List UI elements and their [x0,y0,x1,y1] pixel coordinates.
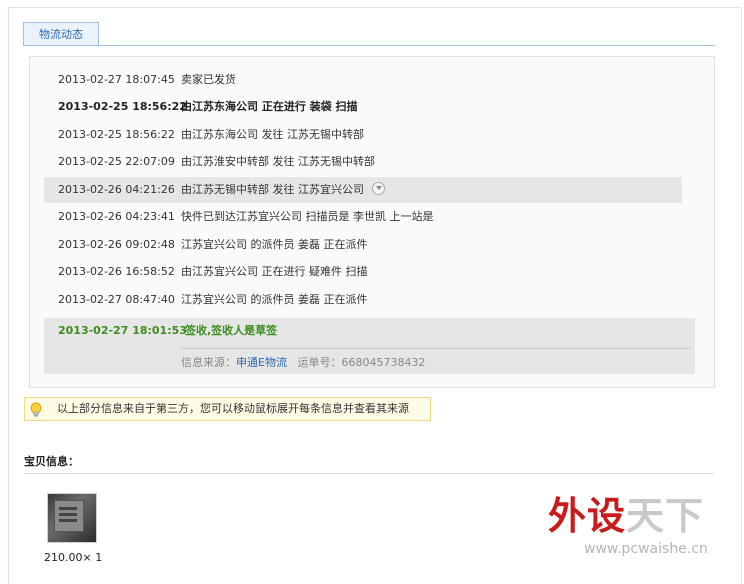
watermark: 外设天下 www.pcwaishe.cn [548,494,738,564]
event-message: 卖家已发货 [181,73,236,86]
event-message: 快件已到达江苏宜兴公司 扫描员是 李世凯 上一站是 [181,210,434,223]
final-message: 签收,签收人是草签 [185,324,278,337]
event-time: 2013-02-27 18:07:45 [58,73,175,86]
product-info-title: 宝贝信息： [24,455,79,468]
logistics-panel: 2013-02-27 18:07:45 卖家已发货 2013-02-25 18:… [29,56,715,388]
event-row[interactable]: 2013-02-26 09:02:48 江苏宜兴公司 的派件员 姜磊 正在派件 [44,232,682,258]
event-time: 2013-02-27 08:47:40 [58,293,175,306]
product-image [54,500,84,532]
source-label: 信息来源： [181,356,236,369]
event-time: 2013-02-25 18:56:22 [58,100,187,113]
lightbulb-icon [30,402,42,417]
event-row[interactable]: 2013-02-27 18:07:45 卖家已发货 [44,67,682,93]
tab-underline [23,45,715,46]
final-time: 2013-02-27 18:01:53 [58,324,187,337]
event-time: 2013-02-26 04:23:41 [58,210,175,223]
event-message: 由江苏东海公司 正在进行 装袋 扫描 [181,100,358,113]
watermark-url: www.pcwaishe.cn [584,541,708,557]
product-price: 210.00× [44,551,92,564]
tab-logistics[interactable]: 物流动态 [23,22,99,46]
event-message: 由江苏淮安中转部 发往 江苏无锡中转部 [181,155,375,168]
source-link[interactable]: 申通E物流 [236,356,287,369]
divider [181,348,691,349]
chevron-down-icon[interactable] [372,182,385,195]
watermark-logo: 外设天下 [548,494,704,538]
event-time: 2013-02-25 18:56:22 [58,128,175,141]
notice-text: 以上部分信息来自于第三方，您可以移动鼠标展开每条信息并查看其来源 [57,402,409,415]
source-info: 信息来源：申通E物流 运单号：668045738432 [181,355,425,371]
event-row[interactable]: 2013-02-26 16:58:52 由江苏宜兴公司 正在进行 疑难件 扫描 [44,259,682,285]
event-message: 江苏宜兴公司 的派件员 姜磊 正在派件 [181,293,368,306]
event-row[interactable]: 2013-02-25 22:07:09 由江苏淮安中转部 发往 江苏无锡中转部 [44,149,682,175]
product-thumbnail[interactable] [47,493,97,543]
third-party-notice: 以上部分信息来自于第三方，您可以移动鼠标展开每条信息并查看其来源 [24,397,431,421]
event-time: 2013-02-26 04:21:26 [58,183,175,196]
event-message: 由江苏无锡中转部 发往 江苏宜兴公司 [181,183,364,196]
event-message: 由江苏东海公司 发往 江苏无锡中转部 [181,128,364,141]
tracking-label: 运单号： [297,356,342,369]
product-price-quantity: 210.00× 1 [44,551,102,564]
event-message: 由江苏宜兴公司 正在进行 疑难件 扫描 [181,265,368,278]
watermark-brand-gray: 天下 [626,494,705,538]
event-time: 2013-02-26 09:02:48 [58,238,175,251]
event-row[interactable]: 2013-02-25 18:56:22 由江苏东海公司 正在进行 装袋 扫描 [44,94,682,120]
event-message-wrap: 由江苏无锡中转部 发往 江苏宜兴公司 [181,177,385,203]
divider [24,473,714,474]
final-event[interactable]: 2013-02-27 18:01:53 签收,签收人是草签 信息来源：申通E物流… [44,318,695,374]
event-message: 江苏宜兴公司 的派件员 姜磊 正在派件 [181,238,368,251]
event-row[interactable]: 2013-02-27 08:47:40 江苏宜兴公司 的派件员 姜磊 正在派件 [44,287,682,313]
event-row[interactable]: 2013-02-26 04:23:41 快件已到达江苏宜兴公司 扫描员是 李世凯… [44,204,682,230]
event-time: 2013-02-25 22:07:09 [58,155,175,168]
event-time: 2013-02-26 16:58:52 [58,265,175,278]
watermark-brand-red: 外设 [548,494,627,538]
event-row[interactable]: 2013-02-25 18:56:22 由江苏东海公司 发往 江苏无锡中转部 [44,122,682,148]
tracking-number: 668045738432 [341,356,426,369]
event-row-hovered[interactable]: 2013-02-26 04:21:26 由江苏无锡中转部 发往 江苏宜兴公司 [44,177,682,203]
product-quantity: 1 [95,551,103,564]
